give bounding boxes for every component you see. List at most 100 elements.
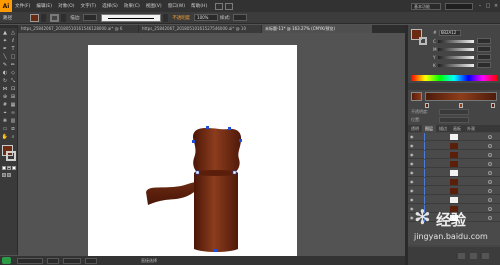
gradient-location-field[interactable] — [439, 117, 469, 123]
blob-brush-icon[interactable]: ◐ — [1, 70, 9, 77]
width-tool-icon[interactable]: ⋈ — [1, 86, 9, 93]
eye-icon[interactable]: ◉ — [410, 153, 414, 157]
pen-tool-icon[interactable]: ✒ — [1, 46, 9, 53]
target-icon[interactable] — [488, 180, 492, 184]
layer-row[interactable]: ◉ — [408, 187, 500, 195]
menu-window[interactable]: 窗口(W) — [168, 3, 185, 9]
stroke-swatch[interactable] — [50, 13, 60, 22]
free-transform-icon[interactable]: ⊡ — [9, 86, 17, 93]
target-icon[interactable] — [488, 189, 492, 193]
layer-row[interactable]: ◉ — [408, 133, 500, 141]
menu-view[interactable]: 视图(V) — [146, 3, 162, 9]
artboard[interactable] — [88, 45, 297, 258]
mesh-tool-icon[interactable]: # — [1, 102, 9, 109]
slider-y[interactable]: Y — [433, 53, 497, 61]
gradient-panel-header[interactable] — [408, 83, 500, 90]
perspective-grid-icon[interactable]: ⊞ — [9, 94, 17, 101]
artboard-tool-icon[interactable]: ▭ — [1, 126, 9, 133]
slider-k[interactable]: K — [433, 61, 497, 69]
stroke-weight-field[interactable] — [83, 14, 98, 21]
eye-icon[interactable]: ◉ — [410, 198, 414, 202]
eye-icon[interactable]: ◉ — [410, 171, 414, 175]
eraser-tool-icon[interactable]: ◇ — [9, 70, 17, 77]
opacity-link[interactable]: 不透明度 — [172, 15, 190, 21]
magic-wand-icon[interactable]: ✦ — [1, 38, 9, 45]
eye-icon[interactable]: ◉ — [410, 144, 414, 148]
direct-selection-tool-icon[interactable]: △ — [9, 30, 17, 37]
bridge-icon[interactable] — [215, 2, 224, 10]
stroke-color-box[interactable] — [6, 151, 16, 161]
hand-tool-icon[interactable]: ✋ — [1, 134, 9, 141]
menu-select[interactable]: 选择(S) — [102, 3, 118, 9]
eye-icon[interactable]: ◉ — [410, 189, 414, 193]
artboard-nav-next[interactable] — [85, 257, 97, 264]
opacity-field[interactable]: 100% — [194, 14, 219, 21]
lasso-tool-icon[interactable]: ℓ — [9, 38, 17, 45]
artwork-svg[interactable] — [88, 45, 297, 258]
slider-c[interactable]: C — [433, 37, 497, 45]
style-dropdown[interactable] — [233, 14, 248, 21]
artboard-number-field[interactable] — [63, 257, 81, 264]
zoom-tool-icon[interactable]: ⌕ — [9, 134, 17, 141]
draw-normal-button[interactable] — [2, 173, 6, 177]
rotate-tool-icon[interactable]: ↻ — [1, 78, 9, 85]
menu-help[interactable]: 帮助(H) — [191, 3, 207, 9]
layer-row[interactable]: ◉ — [408, 142, 500, 150]
menu-file[interactable]: 文件(F) — [15, 3, 30, 9]
tab-appearance[interactable]: 外观 — [464, 125, 478, 132]
brush-dropdown[interactable] — [163, 13, 169, 22]
layer-row[interactable]: ◉ — [408, 178, 500, 186]
layer-row[interactable]: ◉ — [408, 151, 500, 159]
tab-layers[interactable]: 图层 — [422, 125, 436, 132]
target-icon[interactable] — [488, 198, 492, 202]
target-icon[interactable] — [488, 171, 492, 175]
slider-m[interactable]: M — [433, 45, 497, 53]
color-mode-button[interactable] — [2, 166, 6, 170]
menu-effect[interactable]: 效果(C) — [124, 3, 140, 9]
stroke-dropdown[interactable] — [61, 13, 67, 22]
gradient-opacity-field[interactable] — [439, 109, 469, 115]
workspace-switcher[interactable]: 基本功能 — [411, 2, 441, 10]
menu-object[interactable]: 对象(O) — [58, 3, 74, 9]
tab-document-2[interactable]: https_25842067_20180510161527546000.ai* … — [139, 25, 261, 33]
tab-document-1[interactable]: https_2584206​7_20180510161546128000.ai*… — [18, 25, 138, 33]
layer-row[interactable]: ◉ — [408, 169, 500, 177]
target-icon[interactable] — [488, 162, 492, 166]
shape-builder-icon[interactable]: ⊕ — [1, 94, 9, 101]
slice-tool-icon[interactable]: ⧄ — [9, 126, 17, 133]
gradient-stop[interactable] — [459, 103, 463, 108]
fill-swatch[interactable] — [30, 13, 40, 22]
tab-document-active[interactable]: 未标题-11* @ 163.27% (CMYK/预览) — [262, 25, 372, 33]
eye-icon[interactable]: ◉ — [410, 180, 414, 184]
tab-artboards[interactable]: 画板 — [450, 125, 464, 132]
paintbrush-tool-icon[interactable]: ✎ — [1, 62, 9, 69]
eye-icon[interactable]: ◉ — [410, 135, 414, 139]
gradient-stop[interactable] — [425, 103, 429, 108]
panel-stroke-swatch[interactable] — [419, 37, 427, 45]
maximize-icon[interactable]: □ — [484, 2, 492, 10]
none-mode-button[interactable] — [12, 166, 16, 170]
target-icon[interactable] — [488, 135, 492, 139]
tab-stroke[interactable]: 描边 — [436, 125, 450, 132]
arrange-documents-icon[interactable] — [225, 2, 234, 10]
color-spectrum[interactable] — [411, 75, 497, 81]
eyedropper-tool-icon[interactable]: ⌖ — [1, 110, 9, 117]
pencil-tool-icon[interactable]: ✏ — [9, 62, 17, 69]
layer-row[interactable]: ◉ — [408, 196, 500, 204]
draw-behind-button[interactable] — [7, 173, 11, 177]
type-tool-icon[interactable]: T — [9, 46, 17, 53]
menu-edit[interactable]: 编辑(E) — [36, 3, 52, 9]
line-tool-icon[interactable]: ╲ — [1, 54, 9, 61]
selection-tool-icon[interactable]: ▲ — [1, 30, 9, 37]
gradient-mode-button[interactable] — [7, 166, 11, 170]
fill-dropdown[interactable] — [41, 13, 47, 22]
target-icon[interactable] — [488, 144, 492, 148]
minimize-icon[interactable]: – — [476, 2, 484, 10]
blend-tool-icon[interactable]: ∞ — [9, 110, 17, 117]
gradient-tool-icon[interactable]: ▦ — [9, 102, 17, 109]
symbol-sprayer-icon[interactable]: ❋ — [1, 118, 9, 125]
search-input[interactable] — [445, 2, 473, 10]
hex-input[interactable]: 6B2A12 — [438, 30, 461, 36]
gradient-stop[interactable] — [491, 103, 495, 108]
gradient-thumbnail[interactable] — [411, 92, 422, 101]
